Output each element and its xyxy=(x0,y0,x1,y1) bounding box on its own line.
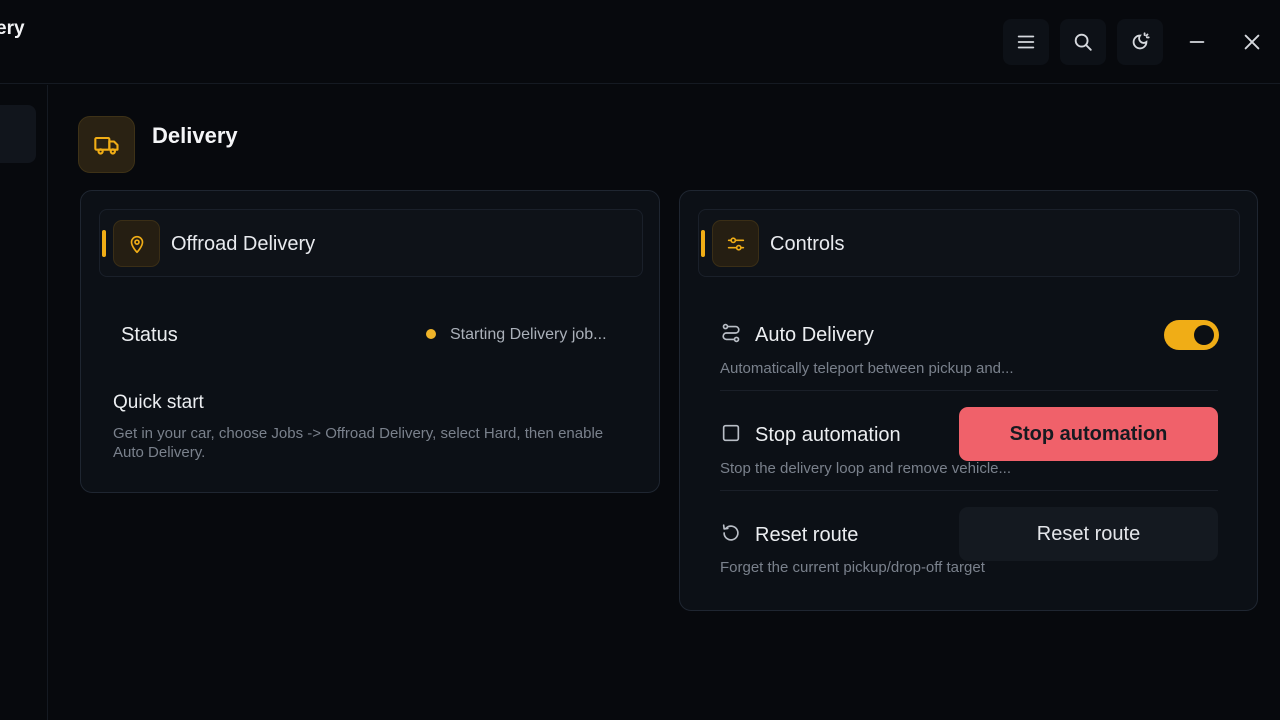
theme-icon xyxy=(1132,32,1150,50)
search-icon xyxy=(1074,33,1092,51)
stop-automation-button[interactable]: Stop automation xyxy=(959,407,1218,461)
accent-bar xyxy=(701,230,705,257)
close-icon xyxy=(1244,34,1260,50)
menu-icon xyxy=(1017,35,1035,49)
auto-delivery-toggle[interactable] xyxy=(1164,320,1219,350)
card-title: Controls xyxy=(770,233,845,255)
square-icon xyxy=(722,424,740,442)
minimize-button[interactable] xyxy=(1174,19,1220,65)
toggle-knob xyxy=(1194,325,1214,345)
theme-button[interactable] xyxy=(1117,19,1163,65)
quick-start-text: Get in your car, choose Jobs -> Offroad … xyxy=(113,425,604,461)
page-icon xyxy=(78,116,135,173)
controls-header: Controls xyxy=(698,209,1240,277)
reset-route-label: Reset route xyxy=(755,524,859,546)
auto-delivery-label: Auto Delivery xyxy=(755,324,874,346)
menu-button[interactable] xyxy=(1003,19,1049,65)
status-label: Status xyxy=(121,324,178,346)
offroad-delivery-header: Offroad Delivery xyxy=(99,209,643,277)
minimize-icon xyxy=(1189,41,1205,43)
search-button[interactable] xyxy=(1060,19,1106,65)
divider xyxy=(720,490,1218,491)
reset-icon xyxy=(722,524,739,541)
location-pin-icon xyxy=(130,235,143,253)
divider xyxy=(720,390,1218,391)
sidebar-item-active[interactable] xyxy=(0,105,36,163)
page-title: Delivery xyxy=(152,122,238,148)
title-bar: ery xyxy=(0,0,1280,84)
close-button[interactable] xyxy=(1229,19,1275,65)
offroad-delivery-card: Offroad Delivery Status Starting Deliver… xyxy=(80,190,660,493)
auto-delivery-description: Automatically teleport between pickup an… xyxy=(720,360,1014,377)
header-icon xyxy=(712,220,759,267)
sliders-icon xyxy=(727,236,744,251)
status-dot xyxy=(426,329,436,339)
card-title: Offroad Delivery xyxy=(171,233,316,255)
accent-bar xyxy=(102,230,106,257)
reset-route-description: Forget the current pickup/drop-off targe… xyxy=(720,559,985,576)
page-header: Delivery xyxy=(78,116,238,173)
stop-automation-description: Stop the delivery loop and remove vehicl… xyxy=(720,460,1011,477)
app-title: ery xyxy=(0,18,25,39)
controls-card: Controls Auto Delivery Automatically tel… xyxy=(679,190,1258,611)
truck-icon xyxy=(93,136,119,155)
reset-route-button[interactable]: Reset route xyxy=(959,507,1218,561)
status-value: Starting Delivery job... xyxy=(450,326,607,343)
sidebar xyxy=(0,85,48,720)
header-icon xyxy=(113,220,160,267)
route-icon xyxy=(722,323,740,343)
quick-start-title: Quick start xyxy=(113,392,204,413)
stop-automation-label: Stop automation xyxy=(755,424,901,446)
